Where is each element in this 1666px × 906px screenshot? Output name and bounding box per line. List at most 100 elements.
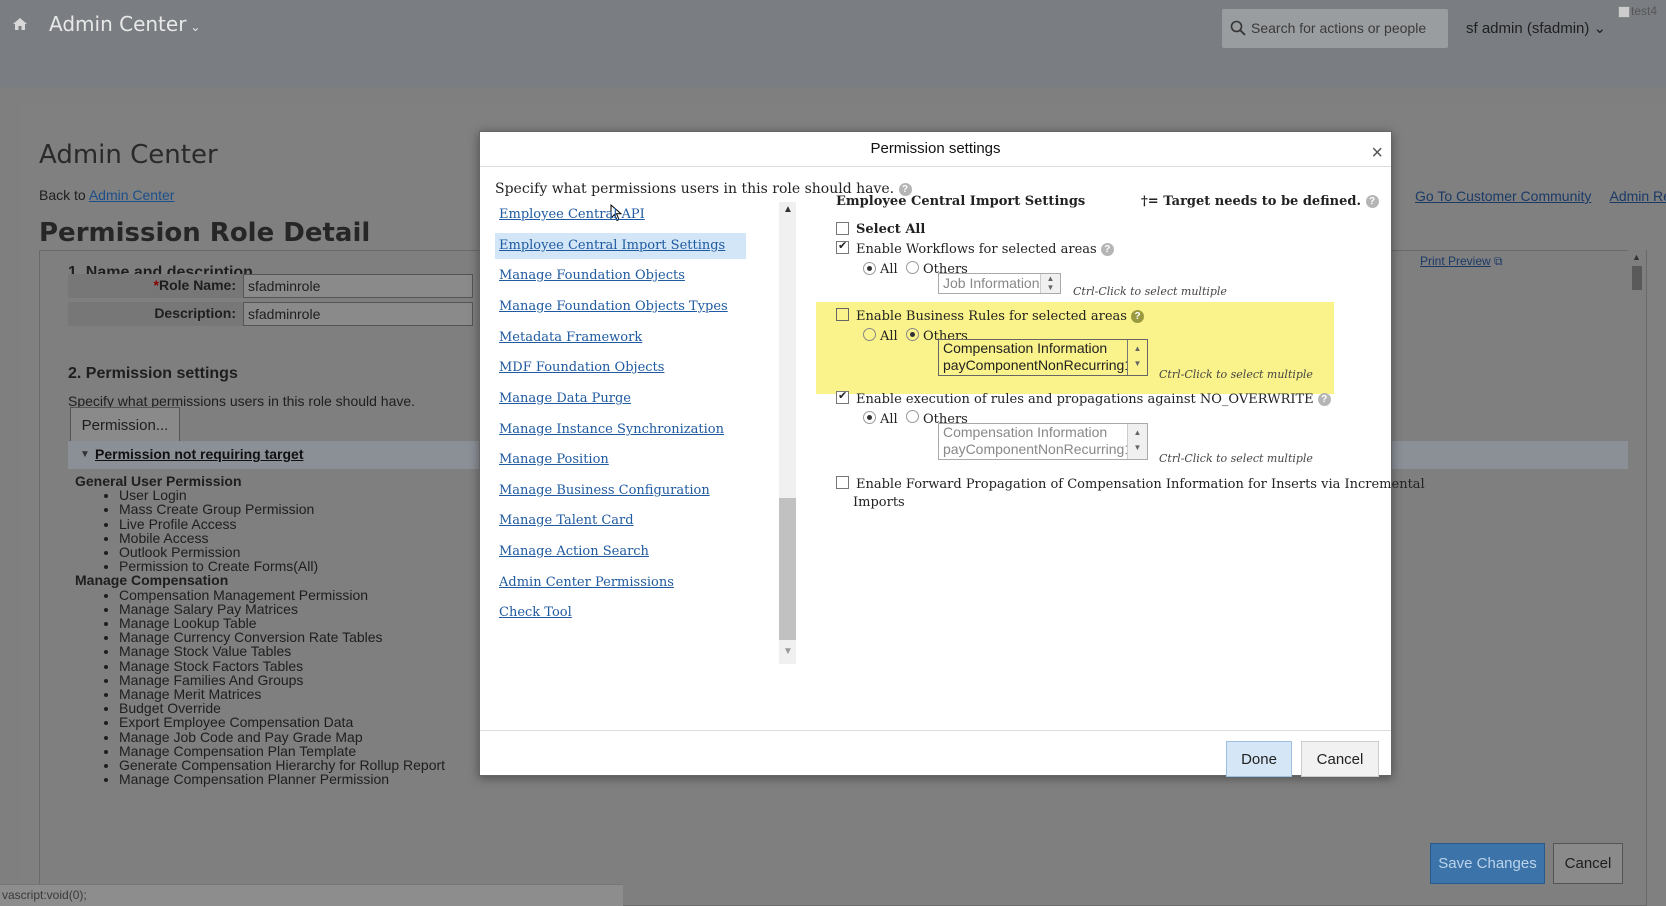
section-permission-settings: 2. Permission settings xyxy=(68,365,238,382)
popup-icon: ⧉ xyxy=(1494,254,1503,268)
permission-list: General User Permission User Login Mass … xyxy=(75,473,445,787)
nav-link[interactable]: Admin Center Permissions xyxy=(499,575,674,590)
admin-resources-link[interactable]: Admin Re xyxy=(1609,188,1666,204)
select-all-checkbox[interactable] xyxy=(836,222,849,235)
help-icon[interactable]: ? xyxy=(1317,393,1331,406)
nav-item-check-tool[interactable]: Check Tool xyxy=(495,600,572,626)
top-bar: Admin Center ⌄ Search for actions or peop… xyxy=(0,0,1666,87)
list-item: Manage Job Code and Pay Grade Map xyxy=(119,729,445,744)
done-button[interactable]: Done xyxy=(1226,741,1292,777)
listbox-option[interactable]: payComponentNonRecurring1 xyxy=(939,441,1147,458)
nav-item-metadata-framework[interactable]: Metadata Framework xyxy=(495,325,642,351)
business-rules-all-radio[interactable] xyxy=(863,328,876,341)
listbox-scrollbar[interactable]: ▲ ▼ xyxy=(1040,274,1060,293)
app-title: Admin Center xyxy=(49,12,187,36)
list-item: Manage Compensation Planner Permission xyxy=(119,772,445,786)
save-changes-button[interactable]: Save Changes xyxy=(1430,843,1545,884)
search-input[interactable]: Search for actions or people xyxy=(1222,9,1448,48)
scrollbar-thumb[interactable] xyxy=(1632,266,1642,290)
nav-link[interactable]: Manage Foundation Objects xyxy=(499,268,685,283)
help-icon[interactable]: ? xyxy=(1131,310,1145,323)
workflows-all-radio[interactable] xyxy=(863,262,876,275)
nav-link[interactable]: Manage Data Purge xyxy=(499,391,631,406)
scroll-down-icon[interactable]: ▼ xyxy=(783,646,793,657)
description-label: Description: xyxy=(154,305,236,321)
nav-item-manage-foundation-objects-types[interactable]: Manage Foundation Objects Types xyxy=(495,294,728,320)
nav-link[interactable]: Manage Foundation Objects Types xyxy=(499,299,728,314)
page-scrollbar[interactable]: ▲ xyxy=(1628,250,1646,800)
enable-business-rules-checkbox[interactable] xyxy=(836,308,849,321)
nav-item-manage-data-purge[interactable]: Manage Data Purge xyxy=(495,386,631,412)
no-overwrite-all-radio[interactable] xyxy=(863,411,876,424)
nav-link[interactable]: MDF Foundation Objects xyxy=(499,360,664,375)
list-item: User Login xyxy=(119,488,445,502)
enable-no-overwrite-checkbox[interactable] xyxy=(836,389,849,404)
app-title-menu[interactable]: Admin Center ⌄ xyxy=(49,12,200,36)
listbox-scrollbar[interactable]: ▲ ▼ xyxy=(1127,340,1147,375)
nav-link[interactable]: Manage Instance Synchronization xyxy=(499,422,724,437)
role-name-input[interactable] xyxy=(243,274,473,298)
no-overwrite-all-label: All xyxy=(880,412,898,427)
listbox-option[interactable]: Compensation Information xyxy=(939,340,1147,357)
nav-link[interactable]: Metadata Framework xyxy=(499,330,642,345)
help-icon[interactable]: ? xyxy=(1100,243,1114,256)
scroll-up-icon[interactable]: ▲ xyxy=(1632,252,1641,262)
nav-item-manage-instance-synchronization[interactable]: Manage Instance Synchronization xyxy=(495,417,724,443)
scroll-up-icon[interactable]: ▲ xyxy=(783,204,793,215)
nav-link[interactable]: Employee Central Import Settings xyxy=(499,238,725,253)
scrollbar-thumb[interactable] xyxy=(779,498,796,640)
chevron-down-icon: ⌄ xyxy=(1593,20,1607,37)
list-item: Budget Override xyxy=(119,701,445,715)
workflows-area-listbox[interactable]: Job Information ▲ ▼ xyxy=(938,273,1061,294)
option-label: Enable Workflows for selected areas xyxy=(856,242,1097,257)
list-item: Export Employee Compensation Data xyxy=(119,715,445,729)
admin-center-link[interactable]: Admin Center xyxy=(89,187,175,203)
nav-item-manage-action-search[interactable]: Manage Action Search xyxy=(495,539,649,565)
no-overwrite-others-radio[interactable] xyxy=(906,410,919,423)
nav-item-manage-foundation-objects[interactable]: Manage Foundation Objects xyxy=(495,263,685,289)
help-icon[interactable]: ? xyxy=(1365,195,1379,208)
close-icon[interactable]: × xyxy=(1371,136,1383,170)
home-icon[interactable] xyxy=(12,16,28,32)
user-name: sf admin (sfadmin) xyxy=(1466,20,1590,37)
permission-button[interactable]: Permission... xyxy=(70,407,180,443)
listbox-option[interactable]: Compensation Information xyxy=(939,424,1147,441)
group-title: General User Permission xyxy=(75,473,242,489)
list-item: Manage Stock Factors Tables xyxy=(119,658,445,673)
enable-forward-propagation-checkbox[interactable] xyxy=(836,476,849,489)
print-preview-link[interactable]: Print Preview ⧉ xyxy=(1420,254,1503,269)
nav-link[interactable]: Manage Talent Card xyxy=(499,513,634,528)
dialog-cancel-button[interactable]: Cancel xyxy=(1301,741,1379,777)
nav-item-manage-talent-card[interactable]: Manage Talent Card xyxy=(495,508,634,534)
business-rules-area-listbox[interactable]: Compensation Information payComponentNon… xyxy=(938,339,1148,376)
no-overwrite-area-listbox[interactable]: Compensation Information payComponentNon… xyxy=(938,423,1148,460)
search-placeholder: Search for actions or people xyxy=(1251,20,1427,36)
nav-item-employee-central-api[interactable]: Employee Central API xyxy=(495,202,645,228)
nav-item-mdf-foundation-objects[interactable]: MDF Foundation Objects xyxy=(495,355,664,381)
nav-scrollbar[interactable]: ▲ ▼ xyxy=(779,202,796,664)
dialog-title-text: Permission settings xyxy=(870,140,1001,157)
nav-link[interactable]: Manage Position xyxy=(499,452,609,467)
business-rules-others-radio[interactable] xyxy=(906,328,919,341)
page-cancel-button[interactable]: Cancel xyxy=(1553,843,1623,884)
description-input[interactable] xyxy=(243,302,473,326)
enable-workflows-checkbox[interactable] xyxy=(836,239,849,254)
nav-link[interactable]: Manage Action Search xyxy=(499,544,649,559)
nav-item-manage-business-configuration[interactable]: Manage Business Configuration xyxy=(495,478,710,504)
ctrl-click-hint: Ctrl-Click to select multiple xyxy=(1159,368,1313,381)
user-menu[interactable]: sf admin (sfadmin) ⌄ xyxy=(1466,19,1606,37)
permission-group-list: User Login Mass Create Group Permission … xyxy=(75,488,445,573)
nav-item-admin-center-permissions[interactable]: Admin Center Permissions xyxy=(495,570,674,596)
chevron-down-icon: ⌄ xyxy=(190,20,201,34)
customer-community-link[interactable]: Go To Customer Community xyxy=(1415,188,1591,204)
listbox-scrollbar[interactable]: ▲ ▼ xyxy=(1127,424,1147,459)
nav-item-manage-position[interactable]: Manage Position xyxy=(495,447,609,473)
nav-item-employee-central-import-settings[interactable]: Employee Central Import Settings xyxy=(495,233,746,259)
workflows-others-radio[interactable] xyxy=(906,261,919,274)
nav-link[interactable]: Manage Business Configuration xyxy=(499,483,710,498)
nav-link[interactable]: Check Tool xyxy=(499,605,572,620)
listbox-option[interactable]: payComponentNonRecurring1 xyxy=(939,357,1147,374)
enable-forward-propagation-label-2: Imports xyxy=(853,495,905,510)
list-item: Manage Lookup Table xyxy=(119,616,445,630)
nav-link[interactable]: Employee Central API xyxy=(499,207,645,222)
